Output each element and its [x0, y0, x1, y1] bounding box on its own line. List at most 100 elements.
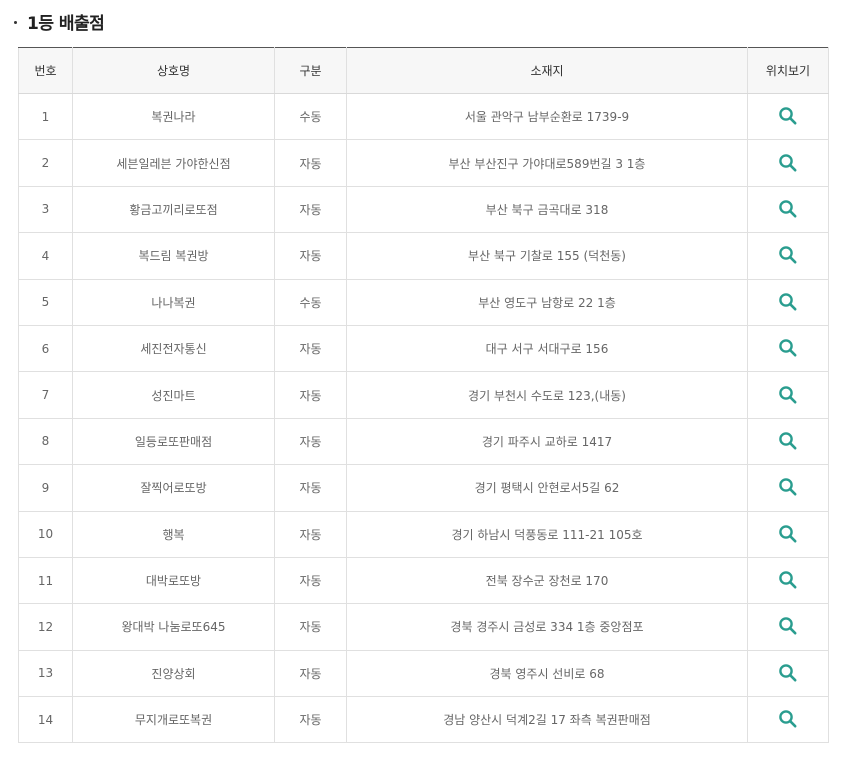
cell-number: 3	[18, 186, 73, 234]
cell-location	[747, 603, 829, 651]
cell-type: 자동	[274, 371, 347, 419]
search-icon	[779, 710, 797, 728]
cell-number: 10	[18, 511, 73, 558]
cell-location	[747, 279, 829, 326]
cell-store-name: 황금고끼리로또점	[72, 186, 275, 234]
view-location-button[interactable]	[776, 614, 800, 638]
winning-stores-table: 번호 상호명 구분 소재지 위치보기 1 복권나라 수동 서울 관악구 남부순환로 1…	[18, 47, 829, 744]
cell-location	[747, 232, 829, 280]
view-location-button[interactable]	[776, 243, 800, 267]
search-icon	[779, 432, 797, 450]
table-row: 2 세븐일레븐 가야한신점 자동 부산 부산진구 가야대로589번길 3 1층	[18, 139, 829, 187]
cell-location	[747, 139, 829, 187]
cell-type: 자동	[274, 511, 347, 558]
table-row: 5 나나복권 수동 부산 영도구 남항로 22 1층	[18, 279, 829, 326]
cell-address: 경기 부천시 수도로 123,(내동)	[346, 371, 748, 419]
cell-store-name: 복드림 복권방	[72, 232, 275, 280]
cell-location	[747, 557, 829, 605]
cell-store-name: 복권나라	[72, 93, 275, 141]
search-icon	[779, 339, 797, 357]
view-location-button[interactable]	[776, 383, 800, 407]
cell-location	[747, 418, 829, 466]
cell-address: 서울 관악구 남부순환로 1739-9	[346, 93, 748, 141]
section-header: 1등 배출점	[14, 8, 105, 34]
table-row: 11 대박로또방 자동 전북 장수군 장천로 170	[18, 557, 829, 605]
table-row: 9 잘찍어로또방 자동 경기 평택시 안현로서5길 62	[18, 464, 829, 512]
view-location-button[interactable]	[776, 104, 800, 128]
cell-store-name: 세진전자통신	[72, 325, 275, 373]
cell-type: 자동	[274, 232, 347, 280]
cell-store-name: 무지개로또복권	[72, 696, 275, 744]
cell-number: 2	[18, 139, 73, 187]
search-icon	[779, 571, 797, 589]
view-location-button[interactable]	[776, 568, 800, 592]
table-row: 3 황금고끼리로또점 자동 부산 북구 금곡대로 318	[18, 186, 829, 234]
cell-number: 6	[18, 325, 73, 373]
view-location-button[interactable]	[776, 475, 800, 499]
view-location-button[interactable]	[776, 429, 800, 453]
cell-type: 자동	[274, 325, 347, 373]
cell-number: 13	[18, 650, 73, 698]
column-header-number: 번호	[18, 47, 73, 94]
cell-address: 경기 하남시 덕풍동로 111-21 105호	[346, 511, 748, 558]
cell-number: 14	[18, 696, 73, 744]
cell-type: 자동	[274, 696, 347, 744]
search-icon	[779, 524, 797, 543]
cell-location	[747, 325, 829, 373]
cell-type: 수동	[274, 93, 347, 141]
search-icon	[779, 292, 797, 311]
table-header-row: 번호 상호명 구분 소재지 위치보기	[18, 47, 829, 94]
table-row: 7 성진마트 자동 경기 부천시 수도로 123,(내동)	[18, 371, 829, 419]
view-location-button[interactable]	[776, 151, 800, 175]
cell-store-name: 왕대박 나눔로또645	[72, 603, 275, 651]
table-row: 13 진양상회 자동 경북 영주시 선비로 68	[18, 650, 829, 698]
cell-store-name: 잘찍어로또방	[72, 464, 275, 512]
search-icon	[779, 385, 797, 404]
cell-number: 4	[18, 232, 73, 280]
view-location-button[interactable]	[776, 336, 800, 360]
cell-number: 11	[18, 557, 73, 605]
view-location-button[interactable]	[776, 661, 800, 685]
cell-address: 부산 영도구 남항로 22 1층	[346, 279, 748, 326]
column-header-address: 소재지	[346, 47, 748, 94]
cell-address: 부산 부산진구 가야대로589번길 3 1층	[346, 139, 748, 187]
table-row: 1 복권나라 수동 서울 관악구 남부순환로 1739-9	[18, 93, 829, 141]
cell-location	[747, 93, 829, 141]
cell-number: 8	[18, 418, 73, 466]
cell-location	[747, 186, 829, 234]
search-icon	[779, 200, 797, 218]
section-title: 1등 배출점	[27, 13, 105, 34]
view-location-button[interactable]	[776, 522, 800, 546]
cell-number: 7	[18, 371, 73, 419]
cell-address: 경남 양산시 덕계2길 17 좌측 복권판매점	[346, 696, 748, 744]
cell-address: 전북 장수군 장천로 170	[346, 557, 748, 605]
cell-type: 자동	[274, 557, 347, 605]
cell-store-name: 행복	[72, 511, 275, 558]
view-location-button[interactable]	[776, 197, 800, 221]
cell-store-name: 진양상회	[72, 650, 275, 698]
cell-type: 자동	[274, 650, 347, 698]
table-row: 8 일등로또판매점 자동 경기 파주시 교하로 1417	[18, 418, 829, 466]
cell-location	[747, 371, 829, 419]
table-row: 10 행복 자동 경기 하남시 덕풍동로 111-21 105호	[18, 511, 829, 558]
cell-address: 부산 북구 기찰로 155 (덕천동)	[346, 232, 748, 280]
cell-number: 9	[18, 464, 73, 512]
cell-address: 경기 파주시 교하로 1417	[346, 418, 748, 466]
column-header-store-name: 상호명	[72, 47, 275, 94]
cell-location	[747, 696, 829, 744]
search-icon	[779, 664, 797, 682]
cell-store-name: 일등로또판매점	[72, 418, 275, 466]
cell-address: 경북 경주시 금성로 334 1층 중앙점포	[346, 603, 748, 651]
table-body: 1 복권나라 수동 서울 관악구 남부순환로 1739-9 2 세븐일레븐 가야한신점 자동…	[18, 93, 829, 744]
column-header-type: 구분	[274, 47, 347, 94]
cell-store-name: 대박로또방	[72, 557, 275, 605]
bullet-icon	[14, 20, 17, 24]
cell-type: 자동	[274, 139, 347, 187]
view-location-button[interactable]	[776, 290, 800, 314]
cell-store-name: 세븐일레븐 가야한신점	[72, 139, 275, 187]
cell-location	[747, 464, 829, 512]
cell-address: 대구 서구 서대구로 156	[346, 325, 748, 373]
view-location-button[interactable]	[776, 707, 800, 731]
cell-number: 1	[18, 93, 73, 141]
search-icon	[779, 153, 797, 172]
